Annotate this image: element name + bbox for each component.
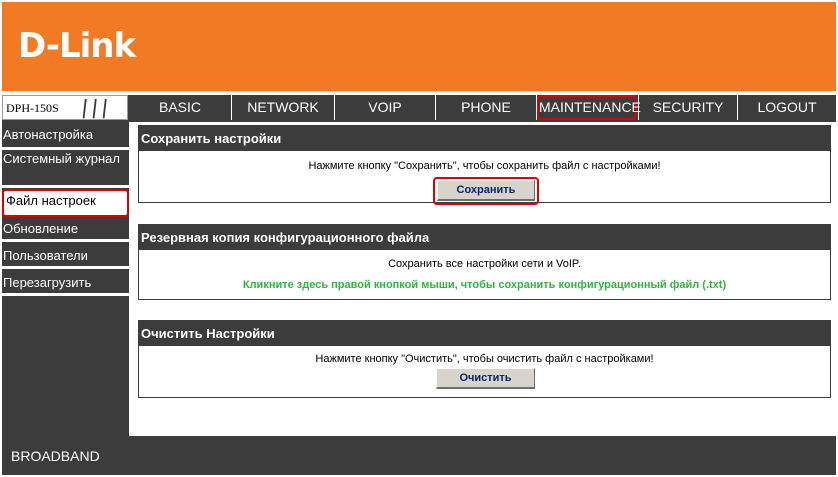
save-section-title: Сохранить настройки xyxy=(139,126,830,151)
clear-button[interactable]: Очистить xyxy=(436,368,535,389)
top-navigation: DPH-150S / / / BASIC NETWORK VOIP PHONE … xyxy=(2,94,836,124)
tab-phone[interactable]: PHONE xyxy=(436,95,536,120)
sidebar-item-users[interactable]: Пользователи xyxy=(2,246,129,269)
tab-network[interactable]: NETWORK xyxy=(232,95,334,120)
header-banner: D-Link xyxy=(2,2,836,91)
backup-config-section: Резервная копия конфигурационного файла … xyxy=(138,224,831,300)
main-content: Сохранить настройки Нажмите кнопку "Сохр… xyxy=(130,122,838,436)
sidebar-item-reboot[interactable]: Перезагрузить xyxy=(2,273,129,296)
dlink-logo: D-Link xyxy=(18,26,136,66)
save-button[interactable]: Сохранить xyxy=(437,180,535,201)
backup-description-text: Сохранить все настройки сети и VoIP. xyxy=(388,258,581,270)
backup-download-link[interactable]: Кликните здесь правой кнопкой мыши, чтоб… xyxy=(139,279,830,291)
tab-maintenance[interactable]: MAINTENANCE xyxy=(537,95,641,120)
model-badge: DPH-150S / / / xyxy=(2,94,128,124)
sidebar-item-update[interactable]: Обновление xyxy=(2,219,129,242)
model-name: DPH-150S xyxy=(6,101,59,115)
slash-decoration-icon: / xyxy=(92,94,97,124)
tab-basic[interactable]: BASIC xyxy=(129,95,231,120)
save-settings-section: Сохранить настройки Нажмите кнопку "Сохр… xyxy=(138,125,831,205)
slash-decoration-icon: / xyxy=(82,94,87,124)
footer-bar: BROADBAND xyxy=(2,436,836,475)
clear-section-title: Очистить Настройки xyxy=(139,321,830,346)
tab-security[interactable]: SECURITY xyxy=(639,95,737,120)
footer-text: BROADBAND xyxy=(11,448,100,464)
sidebar-item-autoconfig[interactable]: Автонастройка xyxy=(2,125,129,150)
sidebar-item-syslog[interactable]: Системный журнал xyxy=(2,150,129,188)
slash-decoration-icon: / xyxy=(102,94,107,124)
clear-instruction-text: Нажмите кнопку "Очистить", чтобы очистит… xyxy=(315,353,654,365)
tab-voip[interactable]: VOIP xyxy=(335,95,435,120)
clear-settings-section: Очистить Настройки Нажмите кнопку "Очист… xyxy=(138,320,831,398)
tab-logout[interactable]: LOGOUT xyxy=(738,95,836,120)
backup-section-title: Резервная копия конфигурационного файла xyxy=(139,225,830,250)
sidebar: Автонастройка Системный журнал Файл наст… xyxy=(2,122,129,436)
sidebar-item-config-file[interactable]: Файл настроек xyxy=(2,189,129,217)
save-instruction-text: Нажмите кнопку "Сохранить", чтобы сохран… xyxy=(308,160,661,172)
